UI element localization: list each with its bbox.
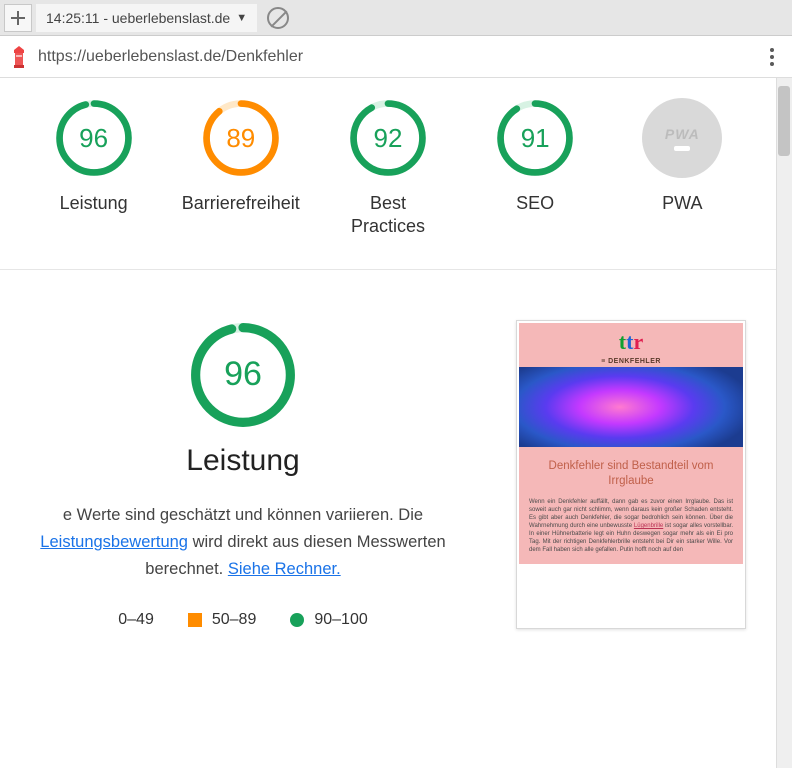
- gauge-pwa[interactable]: PWA PWA: [622, 98, 742, 239]
- gauge-barrierefreiheit[interactable]: 89 Barrierefreiheit: [181, 98, 301, 239]
- legend-range-low: 0–49: [118, 611, 154, 629]
- gauge-ring: 96: [54, 98, 134, 178]
- gauge-ring: 91: [495, 98, 575, 178]
- gauge-label: Barrierefreiheit: [182, 192, 300, 215]
- scrollbar[interactable]: [776, 78, 792, 768]
- gauge-label: SEO: [516, 192, 554, 215]
- detail-gauge: 96: [188, 320, 298, 430]
- gauge-score: 96: [54, 98, 134, 178]
- gauge-score: 91: [495, 98, 575, 178]
- preview-subtitle: ≡ DENKFEHLER: [601, 358, 661, 365]
- detail-panel: 96 Leistung e Werte sind geschätzt und k…: [0, 320, 486, 630]
- browser-tab[interactable]: 14:25:11 - ueberlebenslast.de ▼: [36, 4, 257, 32]
- lighthouse-icon: [10, 46, 28, 68]
- preview-body: Wenn ein Denkfehler auffällt, dann gab e…: [519, 498, 743, 565]
- legend-range-high: 90–100: [314, 611, 367, 629]
- detail-description: e Werte sind geschätzt und können variie…: [0, 502, 486, 584]
- gauge-seo[interactable]: 91 SEO: [475, 98, 595, 239]
- link-siehe-rechner[interactable]: Siehe Rechner.: [228, 560, 341, 578]
- gauge-leistung[interactable]: 96 Leistung: [34, 98, 154, 239]
- legend-swatch-orange: [188, 613, 202, 627]
- gauge-row: 96 Leistung 89 Barrierefreiheit 92 BestP…: [0, 98, 776, 270]
- link-leistungsbewertung[interactable]: Leistungsbewertung: [40, 533, 188, 551]
- block-icon[interactable]: [267, 7, 289, 29]
- url-text[interactable]: https://ueberlebenslast.de/Denkfehler: [38, 48, 752, 66]
- gauge-best practices[interactable]: 92 BestPractices: [328, 98, 448, 239]
- more-menu-button[interactable]: [762, 48, 782, 66]
- detail-heading: Leistung: [186, 444, 299, 478]
- viewport: 96 Leistung 89 Barrierefreiheit 92 BestP…: [0, 78, 792, 768]
- new-tab-button[interactable]: [4, 4, 32, 32]
- preview-title: Denkfehler sind Bestandteil vom Irrglaub…: [535, 447, 728, 498]
- legend-swatch-green: [290, 613, 304, 627]
- score-legend: 0–49 50–89 90–100: [118, 611, 367, 629]
- tab-title: 14:25:11 - ueberlebenslast.de: [46, 10, 230, 26]
- pwa-badge: PWA: [642, 98, 722, 178]
- gauge-score: 89: [201, 98, 281, 178]
- detail-score: 96: [188, 320, 298, 430]
- gauge-score: 92: [348, 98, 428, 178]
- gauge-ring: 89: [201, 98, 281, 178]
- preview-logo: ttr: [619, 323, 643, 358]
- gauge-label: BestPractices: [351, 192, 425, 239]
- scroll-thumb[interactable]: [778, 86, 790, 156]
- gauge-ring: 92: [348, 98, 428, 178]
- preview-hero-image: [519, 367, 743, 447]
- chevron-down-icon: ▼: [236, 12, 247, 24]
- plus-icon: [11, 11, 25, 25]
- legend-range-mid: 50–89: [212, 611, 257, 629]
- gauge-label: Leistung: [60, 192, 128, 215]
- gauge-label: PWA: [662, 192, 702, 215]
- page-preview: ttr ≡ DENKFEHLER Denkfehler sind Bestand…: [516, 320, 746, 630]
